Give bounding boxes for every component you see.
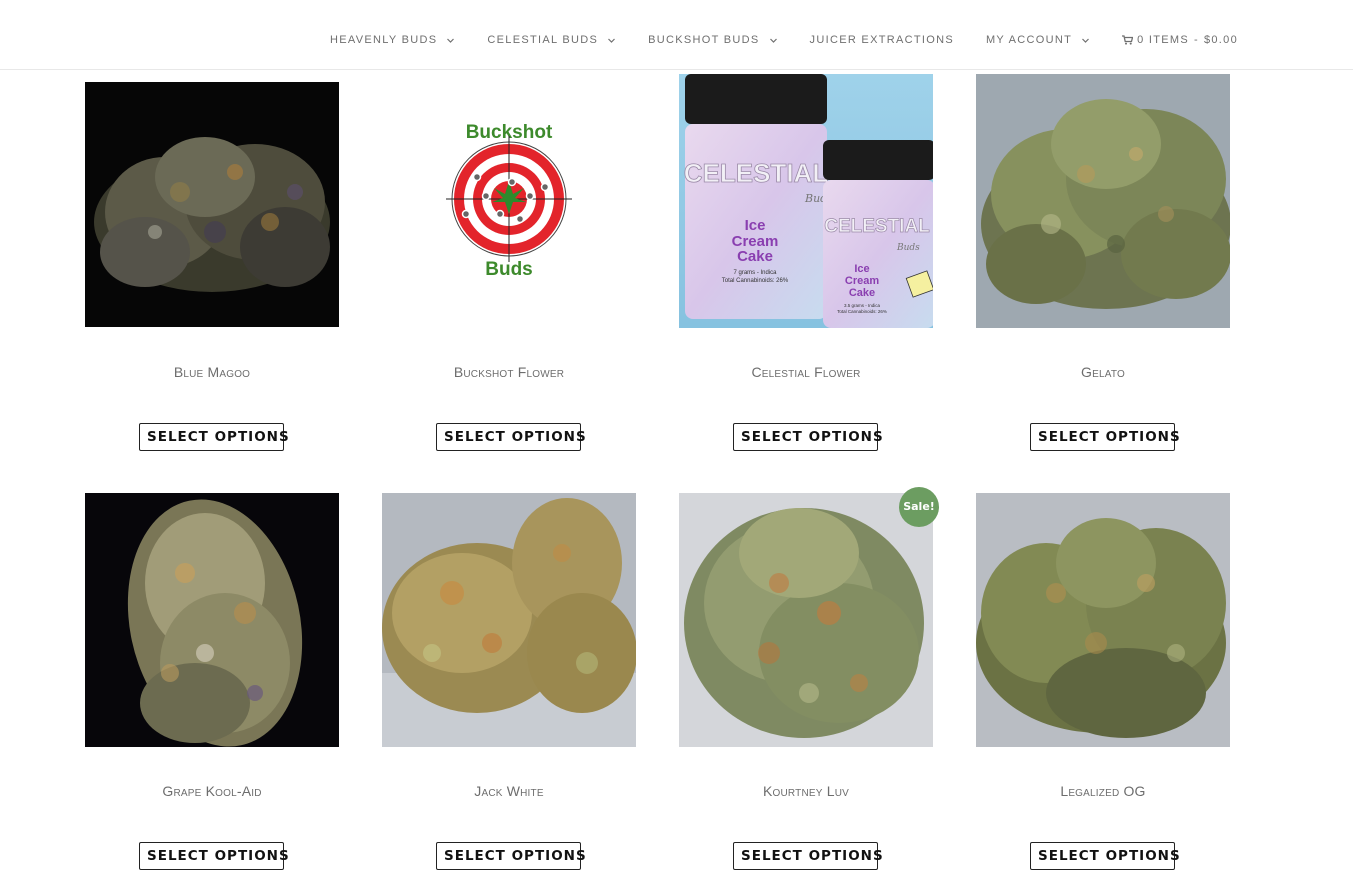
chevron-down-icon (769, 36, 778, 45)
product-image[interactable] (85, 493, 339, 747)
jar-brand: CELESTIAL (684, 158, 829, 188)
product-name[interactable]: Jack White (382, 783, 636, 799)
nav-buckshot-buds[interactable]: BUCKSHOT BUDS (648, 34, 777, 46)
cart-link[interactable]: 0 ITEMS - $0.00 (1122, 34, 1238, 46)
jar-small-detail-1: 3.5 grams - Indica (844, 303, 881, 308)
product-name[interactable]: Grape Kool-Aid (85, 783, 339, 799)
select-options-button[interactable]: SELECT OPTIONS (733, 423, 883, 451)
jar-small-strain-line3: Cake (849, 287, 875, 299)
chevron-down-icon (607, 36, 616, 45)
cart-separator: - (1194, 34, 1199, 46)
jar-small-strain-line2: Cream (845, 275, 879, 287)
jar-small-strain-line1: Ice (854, 263, 869, 275)
select-options-button[interactable]: SELECT OPTIONS (1030, 842, 1180, 870)
sale-badge: Sale! (899, 487, 939, 527)
site-header: HEAVENLY BUDS CELESTIAL BUDS BUCKSHOT BU… (0, 0, 1353, 70)
nav-label: HEAVENLY BUDS (330, 34, 438, 46)
nav-heavenly-buds[interactable]: HEAVENLY BUDS (330, 34, 455, 46)
product-image[interactable]: CELESTIAL Buds Ice Cream Cake 7 grams - … (679, 74, 933, 328)
product-card: Legalized OG SELECT OPTIONS (976, 493, 1230, 870)
product-name[interactable]: Buckshot Flower (382, 364, 636, 380)
jar-detail-1: 7 grams - Indica (733, 270, 777, 276)
jar-strain-line1: Ice (745, 217, 766, 234)
cart-items-count: 0 ITEMS (1137, 34, 1189, 46)
product-name[interactable]: Gelato (976, 364, 1230, 380)
nav-label: BUCKSHOT BUDS (648, 34, 760, 46)
product-name[interactable]: Legalized OG (976, 783, 1230, 799)
product-card: Gelato SELECT OPTIONS (976, 74, 1230, 451)
product-image[interactable] (85, 82, 339, 327)
jar-detail-2: Total Cannabinoids: 26% (722, 278, 789, 284)
main-nav: HEAVENLY BUDS CELESTIAL BUDS BUCKSHOT BU… (330, 34, 1238, 46)
nav-juicer-extractions[interactable]: JUICER EXTRACTIONS (810, 34, 954, 46)
product-name[interactable]: Blue Magoo (85, 364, 339, 380)
select-options-button[interactable]: SELECT OPTIONS (139, 842, 289, 870)
product-name[interactable]: Kourtney Luv (679, 783, 933, 799)
product-image[interactable]: Buckshot Buds (382, 74, 636, 328)
product-card: Buckshot Buds Buckshot Flower SELECT OPT… (382, 74, 636, 451)
chevron-down-icon (446, 36, 455, 45)
select-options-button[interactable]: SELECT OPTIONS (436, 842, 586, 870)
product-card: Jack White SELECT OPTIONS (382, 493, 636, 870)
product-card: Sale! Kourtney Luv SELECT OPTIONS (679, 487, 939, 870)
select-options-button[interactable]: SELECT OPTIONS (1030, 423, 1180, 451)
product-card: Blue Magoo SELECT OPTIONS (85, 82, 339, 451)
select-options-button[interactable]: SELECT OPTIONS (139, 423, 289, 451)
jar-script-small: Buds (896, 243, 920, 253)
product-image[interactable] (976, 493, 1230, 747)
cart-total: $0.00 (1203, 34, 1238, 46)
product-image[interactable] (382, 493, 636, 747)
nav-celestial-buds[interactable]: CELESTIAL BUDS (487, 34, 616, 46)
chevron-down-icon (1081, 36, 1090, 45)
jar-small-detail-2: Total Cannabinoids: 26% (837, 309, 887, 314)
product-card: CELESTIAL Buds Ice Cream Cake 7 grams - … (679, 74, 933, 451)
logo-bottom-text: Buds (485, 259, 533, 280)
nav-label: CELESTIAL BUDS (487, 34, 599, 46)
product-image[interactable] (976, 74, 1230, 328)
product-name[interactable]: Celestial Flower (679, 364, 933, 380)
product-image[interactable] (679, 493, 933, 747)
nav-my-account[interactable]: MY ACCOUNT (986, 34, 1090, 46)
jar-strain-line3: Cake (737, 248, 773, 265)
product-card: Grape Kool-Aid SELECT OPTIONS (85, 493, 339, 870)
select-options-button[interactable]: SELECT OPTIONS (436, 423, 586, 451)
select-options-button[interactable]: SELECT OPTIONS (733, 842, 883, 870)
jar-brand-small: CELESTIAL (824, 216, 930, 237)
nav-label: MY ACCOUNT (985, 34, 1073, 46)
cart-icon (1122, 35, 1134, 45)
nav-label: JUICER EXTRACTIONS (809, 34, 954, 46)
